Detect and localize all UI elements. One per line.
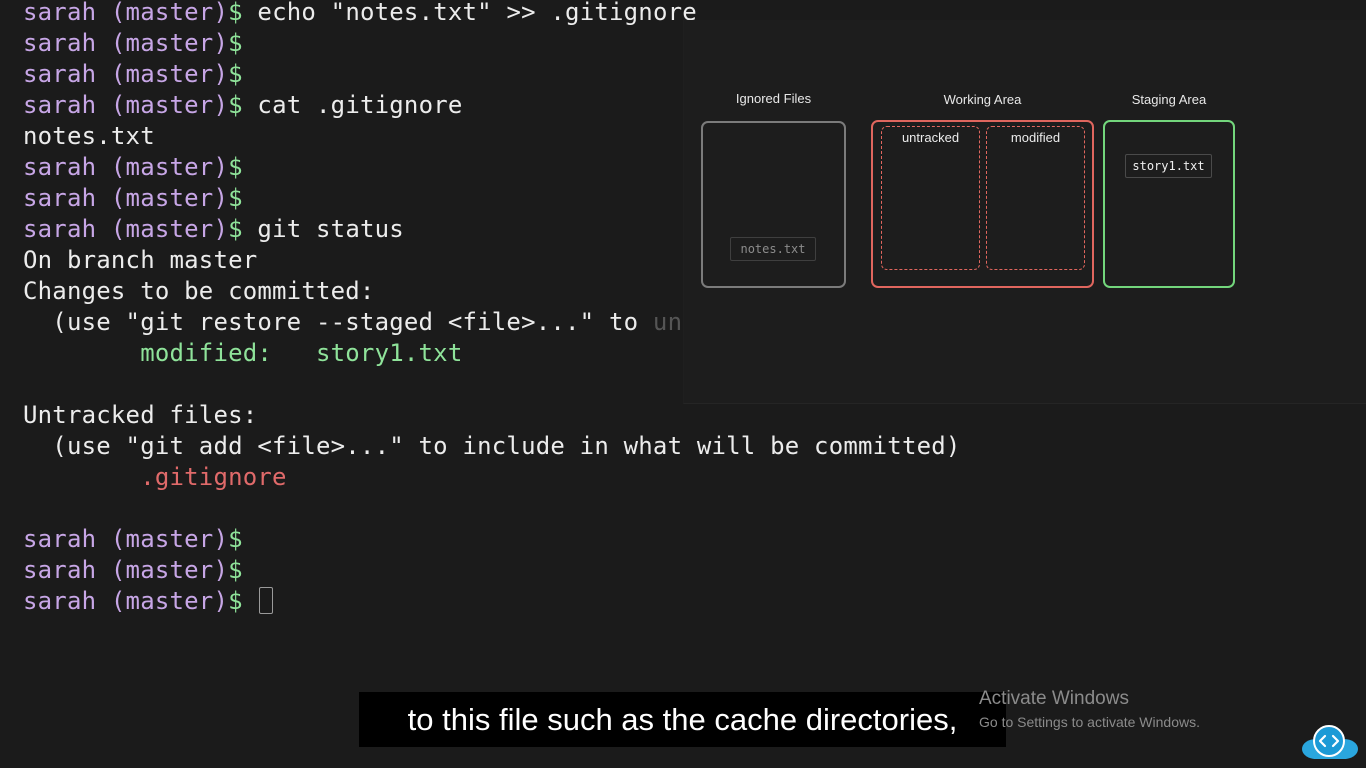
prompt-symbol: $ bbox=[228, 184, 243, 212]
prompt-user: sarah bbox=[23, 91, 97, 119]
untracked-section bbox=[881, 126, 980, 270]
prompt-branch: (master) bbox=[110, 29, 229, 57]
terminal-output-line: On branch master bbox=[23, 246, 258, 274]
staging-area-box bbox=[1103, 120, 1235, 288]
git-areas-diagram: Ignored Files Working Area Staging Area … bbox=[683, 20, 1366, 404]
prompt-branch: (master) bbox=[110, 60, 229, 88]
working-area-title: Working Area bbox=[943, 92, 1022, 107]
terminal-line-0: sarah (master)$ echo "notes.txt" >> .git… bbox=[23, 0, 697, 28]
untracked-file-name: .gitignore bbox=[23, 463, 287, 491]
terminal-line-17: sarah (master)$ bbox=[23, 524, 243, 555]
staging-area-title: Staging Area bbox=[1131, 92, 1207, 107]
terminal-line-3: sarah (master)$ cat .gitignore bbox=[23, 90, 463, 121]
terminal-line-2: sarah (master)$ bbox=[23, 59, 243, 90]
terminal-output-line: Untracked files: bbox=[23, 401, 258, 429]
terminal-output-line: notes.txt bbox=[23, 122, 155, 150]
hint-text: (use "git restore --staged <file>..." to bbox=[23, 308, 653, 336]
prompt-symbol: $ bbox=[228, 0, 243, 26]
prompt-user: sarah bbox=[23, 153, 97, 181]
staged-status-label: modified: bbox=[23, 339, 316, 367]
prompt-branch: (master) bbox=[110, 91, 229, 119]
terminal-line-7: sarah (master)$ git status bbox=[23, 214, 404, 245]
prompt-branch: (master) bbox=[110, 153, 229, 181]
terminal-line-1: sarah (master)$ bbox=[23, 28, 243, 59]
terminal-cursor[interactable] bbox=[259, 587, 274, 614]
ignored-files-title: Ignored Files bbox=[735, 91, 812, 106]
terminal-hint-line: (use "git restore --staged <file>..." to… bbox=[23, 307, 770, 338]
prompt-user: sarah bbox=[23, 184, 97, 212]
prompt-symbol: $ bbox=[228, 215, 243, 243]
staged-file-line: modified: story1.txt bbox=[23, 338, 462, 369]
prompt-symbol: $ bbox=[228, 525, 243, 553]
command-text: cat .gitignore bbox=[257, 91, 463, 119]
untracked-label: untracked bbox=[901, 130, 960, 145]
prompt-symbol: $ bbox=[228, 556, 243, 584]
command-text: git status bbox=[257, 215, 404, 243]
prompt-symbol: $ bbox=[228, 29, 243, 57]
prompt-user: sarah bbox=[23, 587, 97, 615]
prompt-branch: (master) bbox=[110, 0, 229, 26]
video-caption: to this file such as the cache directori… bbox=[359, 692, 1006, 747]
prompt-branch: (master) bbox=[110, 184, 229, 212]
terminal-line-6: sarah (master)$ bbox=[23, 183, 243, 214]
command-text: echo "notes.txt" >> .gitignore bbox=[257, 0, 697, 26]
terminal-output-line: Changes to be committed: bbox=[23, 277, 375, 305]
activate-windows-title: Activate Windows bbox=[979, 688, 1129, 709]
prompt-branch: (master) bbox=[110, 587, 229, 615]
prompt-symbol: $ bbox=[228, 91, 243, 119]
terminal-hint-line: (use "git add <file>..." to include in w… bbox=[23, 432, 961, 460]
prompt-branch: (master) bbox=[110, 556, 229, 584]
prompt-branch: (master) bbox=[110, 215, 229, 243]
modified-section bbox=[986, 126, 1085, 270]
staged-file-name: story1.txt bbox=[315, 339, 463, 367]
activate-windows-subtitle: Go to Settings to activate Windows. bbox=[979, 714, 1200, 730]
cloud-code-icon bbox=[1300, 722, 1360, 762]
prompt-user: sarah bbox=[23, 0, 97, 26]
staged-file-chip: story1.txt bbox=[1125, 154, 1212, 178]
terminal-line-5: sarah (master)$ bbox=[23, 152, 243, 183]
prompt-user: sarah bbox=[23, 29, 97, 57]
modified-label: modified bbox=[1010, 130, 1061, 145]
prompt-symbol: $ bbox=[228, 60, 243, 88]
prompt-user: sarah bbox=[23, 60, 97, 88]
prompt-user: sarah bbox=[23, 525, 97, 553]
prompt-user: sarah bbox=[23, 556, 97, 584]
cloud-code-icon-graphic bbox=[1302, 725, 1358, 759]
terminal-active-line[interactable]: sarah (master)$ bbox=[23, 586, 274, 617]
terminal-line-18: sarah (master)$ bbox=[23, 555, 243, 586]
prompt-symbol: $ bbox=[228, 587, 243, 615]
prompt-symbol: $ bbox=[228, 153, 243, 181]
ignored-files-box bbox=[701, 121, 846, 288]
prompt-branch: (master) bbox=[110, 525, 229, 553]
prompt-user: sarah bbox=[23, 215, 97, 243]
ignored-file-chip: notes.txt bbox=[730, 237, 816, 261]
